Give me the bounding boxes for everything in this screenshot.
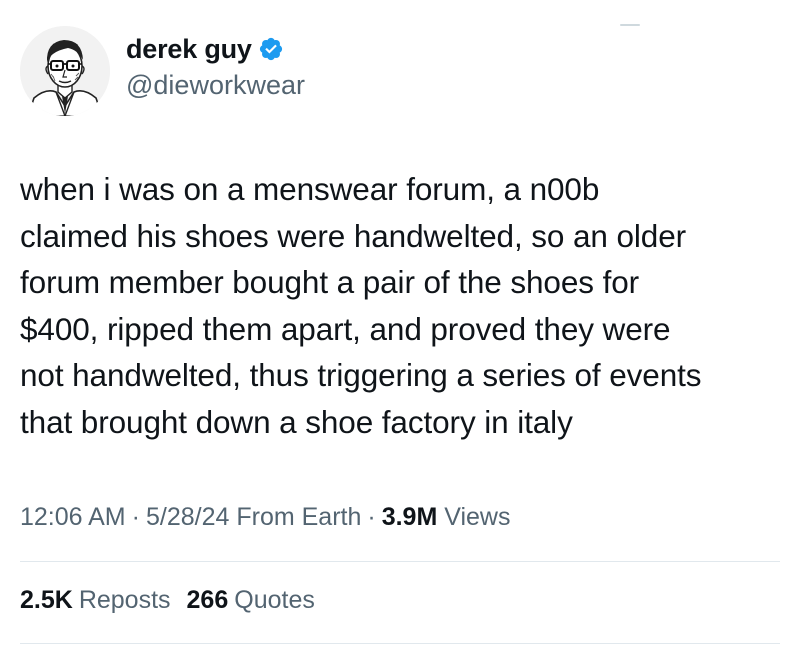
tweet-source: From Earth	[236, 503, 362, 531]
divider	[20, 561, 780, 562]
reposts-count: 2.5K	[20, 586, 73, 614]
reposts-link[interactable]: 2.5K Reposts	[20, 586, 171, 615]
tweet-card: derek guy @dieworkwear when i was on a m…	[0, 0, 800, 653]
author-display-name[interactable]: derek guy	[126, 34, 252, 65]
meta-separator: ·	[367, 503, 376, 531]
tweet-date[interactable]: 5/28/24	[146, 503, 229, 531]
reposts-label: Reposts	[78, 586, 171, 614]
author-handle[interactable]: @dieworkwear	[126, 70, 305, 101]
tweet-text: when i was on a menswear forum, a n00b c…	[20, 171, 702, 440]
avatar-illustration-icon	[20, 26, 110, 116]
tweet-meta: 12:06 AM · 5/28/24 From Earth · 3.9M Views	[20, 503, 511, 532]
quotes-count: 266	[186, 586, 229, 614]
engagement-stats: 2.5K Reposts 266 Quotes	[20, 586, 315, 615]
quotes-label: Quotes	[234, 586, 315, 614]
top-divider-mark	[620, 24, 640, 26]
avatar[interactable]	[20, 26, 110, 116]
views-label: Views	[444, 503, 511, 531]
views-count: 3.9M	[381, 503, 438, 531]
author-block: derek guy @dieworkwear	[126, 32, 305, 101]
tweet-time[interactable]: 12:06 AM	[20, 503, 126, 531]
quotes-link[interactable]: 266 Quotes	[187, 586, 315, 615]
author-name-row: derek guy	[126, 32, 305, 66]
verified-badge-icon[interactable]	[258, 36, 284, 62]
meta-separator: ·	[131, 503, 140, 531]
divider	[20, 643, 780, 644]
